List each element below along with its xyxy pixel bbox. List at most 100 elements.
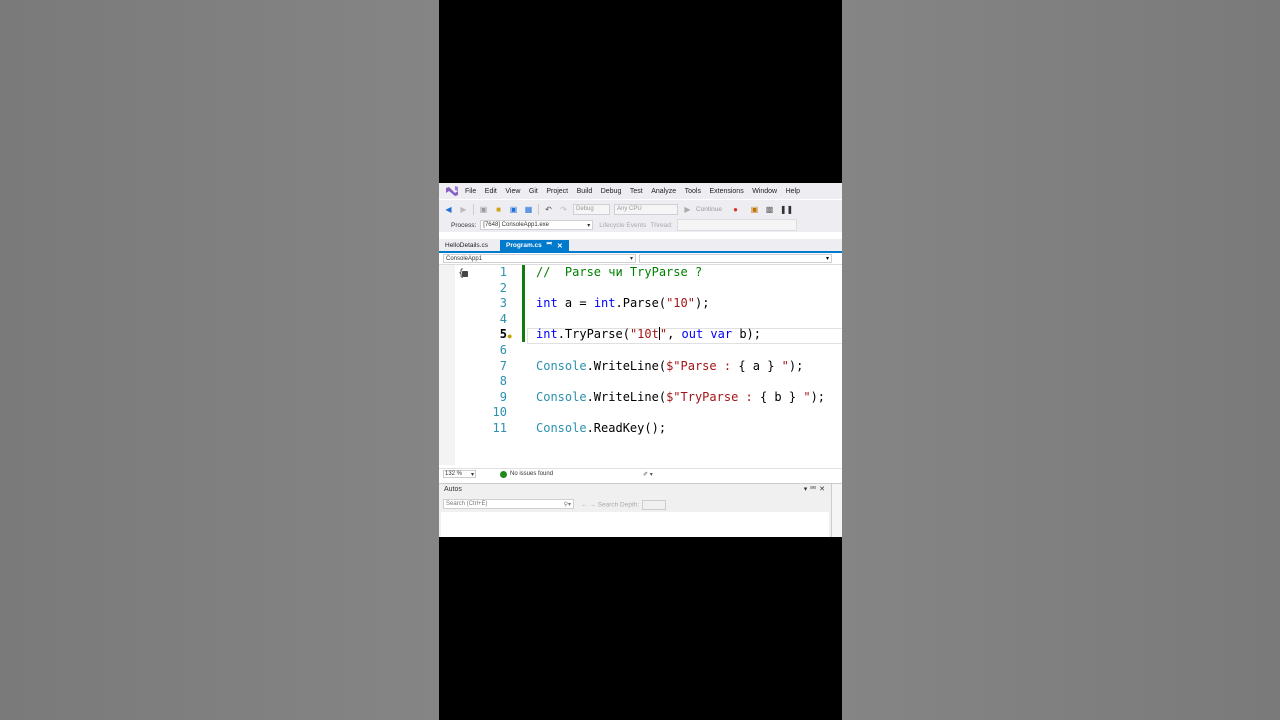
menu-extensions[interactable]: Extensions bbox=[709, 188, 743, 195]
menu-edit[interactable]: Edit bbox=[485, 188, 497, 195]
diagnostic-tools-icon[interactable]: ▣ bbox=[749, 204, 760, 215]
chevron-down-icon: ▾ bbox=[825, 256, 829, 262]
forward-arrow-icon[interactable]: → bbox=[589, 502, 596, 509]
menu-view[interactable]: View bbox=[505, 188, 520, 195]
code-text: .Parse( bbox=[615, 296, 667, 311]
chevron-down-icon: ▾ bbox=[587, 222, 591, 229]
code-editor[interactable]: { 1 2 3 4 5 6 7 8 9 10 11 ● // Parse чи … bbox=[439, 265, 842, 465]
menu-tools[interactable]: Tools bbox=[685, 188, 701, 195]
interpolation: { a } bbox=[738, 358, 775, 373]
open-folder-icon[interactable]: ■ bbox=[493, 204, 504, 215]
side-panel-edge bbox=[831, 484, 842, 537]
zoom-value: 132 % bbox=[445, 471, 463, 477]
process-value: [7648] ConsoleApp1.exe bbox=[483, 222, 550, 228]
browser-link-icon[interactable]: ▩ bbox=[764, 204, 775, 215]
keyword: int bbox=[536, 296, 558, 311]
tab-hellodetails[interactable]: HelloDetails.cs bbox=[439, 240, 494, 251]
visual-studio-window: File Edit View Git Project Build Debug T… bbox=[439, 183, 842, 537]
menu-build[interactable]: Build bbox=[577, 188, 593, 195]
save-all-icon[interactable]: ▦ bbox=[523, 204, 534, 215]
toolbar-separator bbox=[473, 203, 474, 215]
line-number: 11 bbox=[492, 421, 507, 435]
forward-icon[interactable]: ▶ bbox=[458, 204, 469, 215]
redo-icon[interactable]: ↷ bbox=[558, 204, 569, 215]
issues-status[interactable]: No issues found bbox=[510, 471, 553, 477]
visual-studio-logo-icon bbox=[446, 186, 458, 196]
code-line-5: int.TryParse("10t", out var b); bbox=[536, 327, 761, 341]
code-cleanup-icon[interactable]: ✐ ▾ bbox=[643, 471, 653, 478]
menu-window[interactable]: Window bbox=[752, 188, 777, 195]
close-icon[interactable]: ✕ bbox=[557, 242, 563, 250]
menu-test[interactable]: Test bbox=[630, 188, 643, 195]
autos-search-input[interactable]: Search (Ctrl+E) ⚲▾ bbox=[443, 499, 574, 509]
hot-reload-icon[interactable]: ● bbox=[730, 204, 741, 215]
tab-program[interactable]: Program.cs ⎃ ✕ bbox=[500, 240, 569, 251]
lifecycle-events-button[interactable]: Lifecycle Events bbox=[599, 222, 646, 229]
line-number: 7 bbox=[499, 358, 507, 373]
code-text: .TryParse( bbox=[557, 327, 630, 342]
string-literal: "10t bbox=[629, 327, 659, 342]
lock-icon bbox=[462, 271, 468, 277]
menu-project[interactable]: Project bbox=[546, 188, 568, 195]
blurred-background-right bbox=[842, 0, 1280, 720]
thread-select[interactable] bbox=[676, 219, 797, 231]
string-literal: " bbox=[659, 327, 668, 342]
autos-grid[interactable] bbox=[441, 512, 829, 537]
search-icon: ⚲▾ bbox=[563, 501, 571, 508]
comment: // Parse чи TryParse ? bbox=[536, 265, 703, 279]
video-frame: File Edit View Git Project Build Debug T… bbox=[439, 0, 842, 720]
project-select[interactable]: ConsoleApp1 ▾ bbox=[443, 254, 636, 263]
search-depth: ← → Search Depth: bbox=[581, 500, 667, 510]
menu-git[interactable]: Git bbox=[529, 188, 538, 195]
code-text: a = bbox=[557, 296, 594, 311]
menu-debug[interactable]: Debug bbox=[601, 188, 622, 195]
close-icon[interactable]: ✕ bbox=[819, 486, 828, 493]
menu-analyze[interactable]: Analyze bbox=[651, 188, 676, 195]
line-number: 4 bbox=[499, 311, 507, 326]
autos-title: Autos bbox=[444, 486, 462, 493]
menu-file[interactable]: File bbox=[465, 188, 476, 195]
toolbar-separator bbox=[538, 203, 539, 215]
navigation-bar: ConsoleApp1 ▾ ▾ bbox=[439, 253, 842, 265]
code-text: ); bbox=[788, 358, 804, 373]
line-number: 3 bbox=[499, 296, 507, 311]
string-literal: " bbox=[774, 358, 789, 373]
line-number: 2 bbox=[499, 280, 507, 295]
line-number-current: 5 bbox=[499, 327, 507, 342]
code-text: , bbox=[667, 327, 682, 342]
code-line-11: Console.ReadKey(); bbox=[536, 421, 666, 435]
code-line-3: int a = int.Parse("10"); bbox=[536, 296, 709, 310]
document-tabs: HelloDetails.cs Program.cs ⎃ ✕ bbox=[439, 239, 842, 253]
lightbulb-icon[interactable]: ● bbox=[507, 331, 517, 341]
continue-button[interactable]: Continue bbox=[696, 206, 722, 213]
blurred-background-left bbox=[0, 0, 439, 720]
standard-toolbar: ◀ ▶ ▣ ■ ▣ ▦ ↶ ↷ Debug Any CPU ▶ Continue… bbox=[439, 200, 842, 218]
member-select[interactable]: ▾ bbox=[639, 254, 832, 263]
back-icon[interactable]: ◀ bbox=[443, 204, 454, 215]
back-arrow-icon[interactable]: ← bbox=[581, 502, 588, 509]
pin-icon[interactable]: ⎃ bbox=[810, 486, 819, 493]
tab-label: Program.cs bbox=[506, 242, 542, 249]
continue-icon[interactable]: ▶ bbox=[682, 204, 693, 215]
project-name: ConsoleApp1 bbox=[446, 255, 483, 262]
undo-icon[interactable]: ↶ bbox=[543, 204, 554, 215]
breakpoint-margin[interactable] bbox=[439, 265, 455, 465]
solution-platform-select[interactable]: Any CPU bbox=[614, 203, 678, 215]
menu-help[interactable]: Help bbox=[786, 188, 800, 195]
pause-icon[interactable]: ❚❚ bbox=[780, 204, 793, 215]
code-text: .WriteLine( bbox=[586, 389, 667, 404]
keyword: int bbox=[593, 296, 616, 311]
search-placeholder: Search (Ctrl+E) bbox=[446, 501, 488, 507]
menu-bar: File Edit View Git Project Build Debug T… bbox=[439, 183, 842, 199]
save-icon[interactable]: ▣ bbox=[508, 204, 519, 215]
new-project-icon[interactable]: ▣ bbox=[478, 204, 489, 215]
autos-window: Autos ▾⎃✕ Search (Ctrl+E) ⚲▾ ← → Search … bbox=[439, 483, 842, 537]
thread-label: Thread: bbox=[650, 221, 673, 229]
process-select[interactable]: [7648] ConsoleApp1.exe ▾ bbox=[480, 220, 594, 230]
line-number: 10 bbox=[492, 405, 507, 420]
zoom-select[interactable]: 132 % ▾ bbox=[443, 470, 476, 478]
string-literal: $"TryParse : bbox=[666, 389, 760, 404]
search-depth-select[interactable] bbox=[642, 500, 667, 510]
pin-icon[interactable]: ⎃ bbox=[547, 242, 552, 249]
solution-configuration-select[interactable]: Debug bbox=[573, 203, 610, 215]
